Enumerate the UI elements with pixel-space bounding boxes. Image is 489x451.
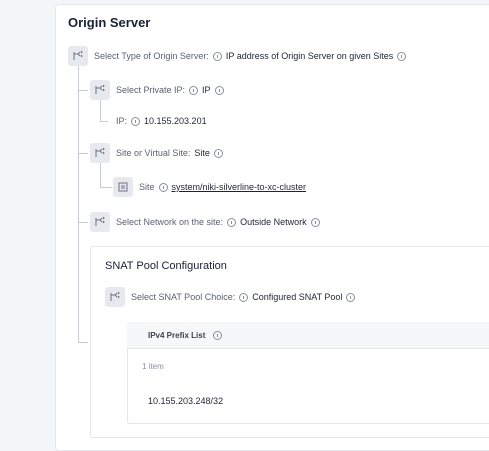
site-label: Site [139, 182, 155, 192]
ip-value: 10.155.203.201 [144, 116, 207, 126]
tree-connector [78, 66, 79, 342]
info-icon[interactable] [227, 217, 237, 227]
snat-choice-field[interactable]: Select SNAT Pool Choice: Configured SNAT… [131, 290, 356, 304]
info-icon[interactable] [213, 148, 223, 158]
info-icon[interactable] [214, 85, 224, 95]
ip-field[interactable]: IP: 10.155.203.201 [116, 114, 207, 128]
info-icon[interactable] [189, 85, 199, 95]
tree-connector [100, 187, 112, 188]
snat-pool-title: SNAT Pool Configuration [105, 260, 227, 272]
info-icon[interactable] [346, 292, 356, 302]
snat-choice-label: Select SNAT Pool Choice: [131, 292, 236, 302]
section-title: Origin Server [68, 15, 151, 30]
choice-node-icon [90, 80, 110, 100]
object-ref-icon [113, 177, 133, 197]
site-link[interactable]: system/niki-silverline-to-xc-cluster [172, 182, 307, 192]
origin-type-field[interactable]: Select Type of Origin Server: IP address… [94, 49, 407, 63]
origin-type-label: Select Type of Origin Server: [94, 51, 209, 61]
tree-connector [100, 121, 108, 122]
choice-node-icon [90, 212, 110, 232]
list-item[interactable]: 10.155.203.248/32 [148, 394, 223, 408]
ipv4-prefix-list-title: IPv4 Prefix List [148, 330, 206, 340]
info-icon[interactable] [131, 116, 141, 126]
tree-connector [78, 342, 88, 343]
choice-node-icon [105, 287, 125, 307]
choice-node-icon [90, 143, 110, 163]
tree-connector [78, 90, 88, 91]
private-ip-field[interactable]: Select Private IP: IP [116, 83, 224, 97]
tree-connector [100, 100, 101, 121]
site-choice-label: Site or Virtual Site: [116, 148, 191, 158]
origin-type-value: IP address of Origin Server on given Sit… [225, 51, 394, 61]
info-icon[interactable] [158, 182, 168, 192]
info-icon[interactable] [213, 330, 223, 340]
network-label: Select Network on the site: [116, 217, 224, 227]
choice-node-icon [68, 46, 88, 66]
info-icon[interactable] [239, 292, 249, 302]
network-value: Outside Network [240, 217, 307, 227]
ipv4-prefix-list-title-row: IPv4 Prefix List [148, 328, 223, 342]
network-field[interactable]: Select Network on the site: Outside Netw… [116, 215, 320, 229]
info-icon[interactable] [310, 217, 320, 227]
snat-choice-value: Configured SNAT Pool [252, 292, 343, 302]
private-ip-value: IP [202, 85, 211, 95]
tree-connector [78, 222, 88, 223]
site-choice-value: Site [194, 148, 210, 158]
private-ip-label: Select Private IP: [116, 85, 186, 95]
site-field[interactable]: Site system/niki-silverline-to-xc-cluste… [139, 180, 306, 194]
tree-connector [78, 153, 88, 154]
info-icon[interactable] [397, 51, 407, 61]
info-icon[interactable] [212, 51, 222, 61]
tree-connector [100, 163, 101, 187]
ip-label: IP: [116, 116, 128, 126]
site-choice-field[interactable]: Site or Virtual Site: Site [116, 146, 223, 160]
item-count: 1 item [142, 361, 164, 371]
